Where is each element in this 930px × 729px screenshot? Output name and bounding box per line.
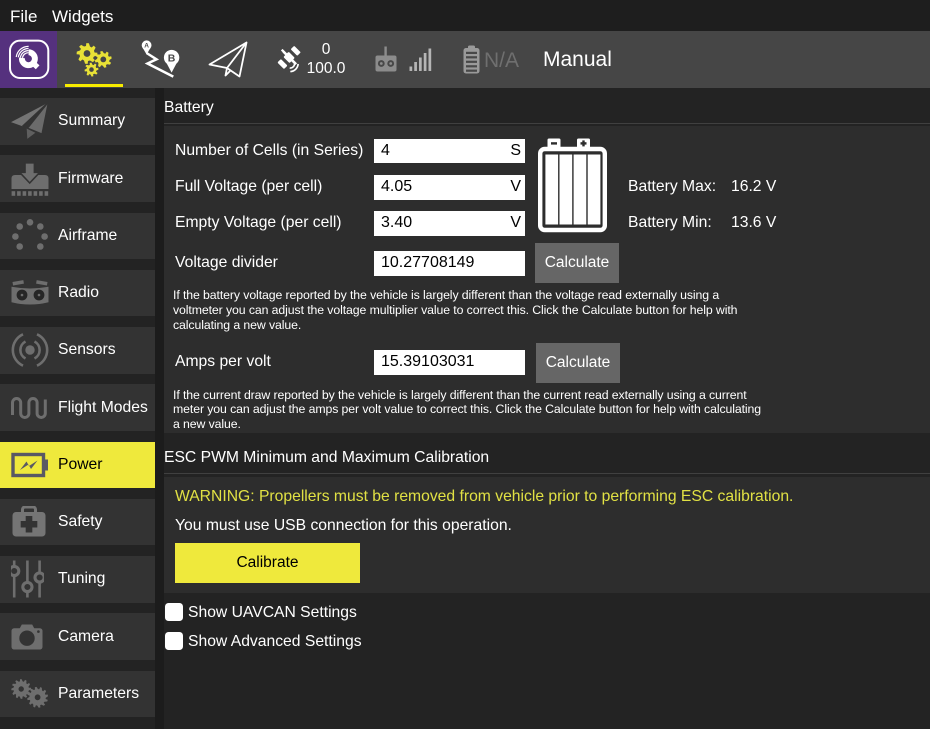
svg-text:A: A: [144, 43, 149, 50]
svg-text:B: B: [168, 52, 176, 64]
